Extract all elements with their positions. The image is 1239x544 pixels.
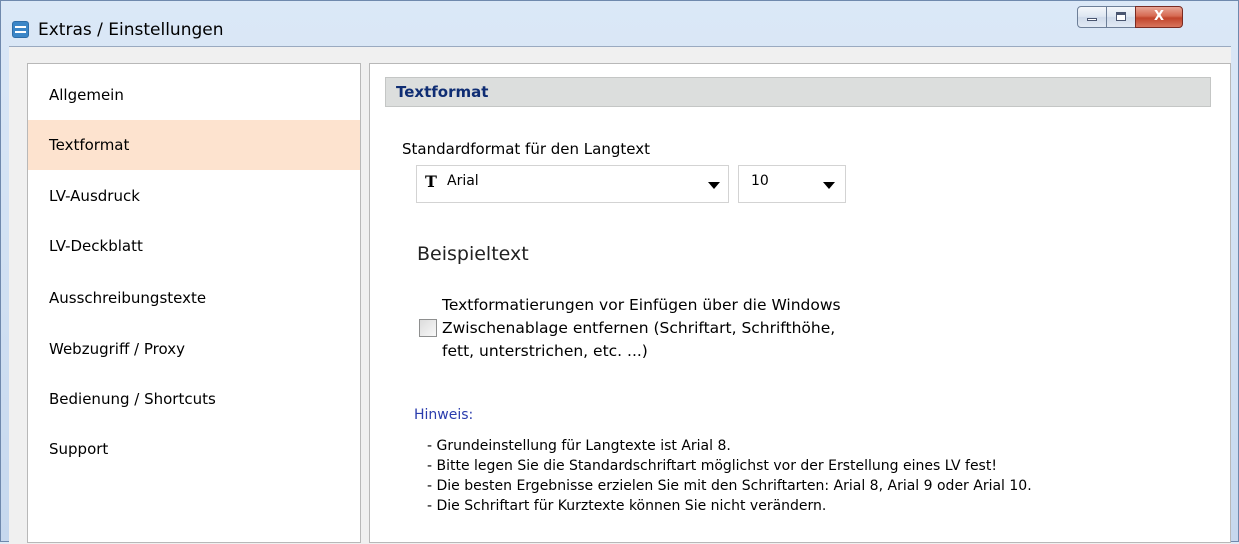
font-size-select[interactable]: 10 <box>738 165 846 203</box>
font-family-select[interactable]: T Arial <box>416 165 729 203</box>
remove-formatting-checkbox[interactable] <box>419 319 437 337</box>
settings-window: Extras / Einstellungen X Allgemein Textf… <box>0 0 1239 544</box>
sidebar-item-support[interactable]: Support <box>28 424 360 474</box>
settings-content-panel: Textformat Standardformat für den Langte… <box>369 63 1231 543</box>
example-text: Beispieltext <box>417 243 529 265</box>
chevron-down-icon <box>708 182 720 189</box>
sidebar-item-lv-deckblatt[interactable]: LV-Deckblatt <box>28 221 360 271</box>
maximize-button[interactable] <box>1106 6 1136 28</box>
sidebar-item-webzugriff-proxy[interactable]: Webzugriff / Proxy <box>28 324 360 374</box>
hint-line: - Die besten Ergebnisse erzielen Sie mit… <box>427 478 1032 494</box>
minimize-icon <box>1087 18 1097 21</box>
sidebar-item-lv-ausdruck[interactable]: LV-Ausdruck <box>28 171 360 221</box>
close-button[interactable]: X <box>1135 6 1183 28</box>
hint-line: - Bitte legen Sie die Standardschriftart… <box>427 458 997 474</box>
sidebar-item-bedienung-shortcuts[interactable]: Bedienung / Shortcuts <box>28 374 360 424</box>
section-title: Textformat <box>385 77 1211 107</box>
sidebar-item-allgemein[interactable]: Allgemein <box>28 70 360 120</box>
window-title: Extras / Einstellungen <box>38 20 224 40</box>
standard-format-label: Standardformat für den Langtext <box>402 140 650 158</box>
chevron-down-icon <box>823 182 835 189</box>
hint-line: - Grundeinstellung für Langtexte ist Ari… <box>427 438 731 454</box>
sidebar-item-textformat[interactable]: Textformat <box>28 120 360 170</box>
settings-sidebar: Allgemein Textformat LV-Ausdruck LV-Deck… <box>27 63 361 543</box>
hint-line: - Die Schriftart für Kurztexte können Si… <box>427 498 827 514</box>
truetype-font-icon: T <box>425 172 437 191</box>
close-icon: X <box>1153 9 1165 24</box>
remove-formatting-label[interactable]: Textformatierungen vor Einfügen über die… <box>442 294 902 363</box>
font-size-value: 10 <box>751 173 769 189</box>
font-family-value: Arial <box>447 173 479 189</box>
hint-title: Hinweis: <box>414 407 474 423</box>
hint-list: - Grundeinstellung für Langtexte ist Ari… <box>427 436 1032 516</box>
app-icon <box>12 21 29 38</box>
sidebar-item-ausschreibungstexte[interactable]: Ausschreibungstexte <box>28 273 360 323</box>
maximize-icon <box>1116 12 1126 21</box>
minimize-button[interactable] <box>1077 6 1107 28</box>
